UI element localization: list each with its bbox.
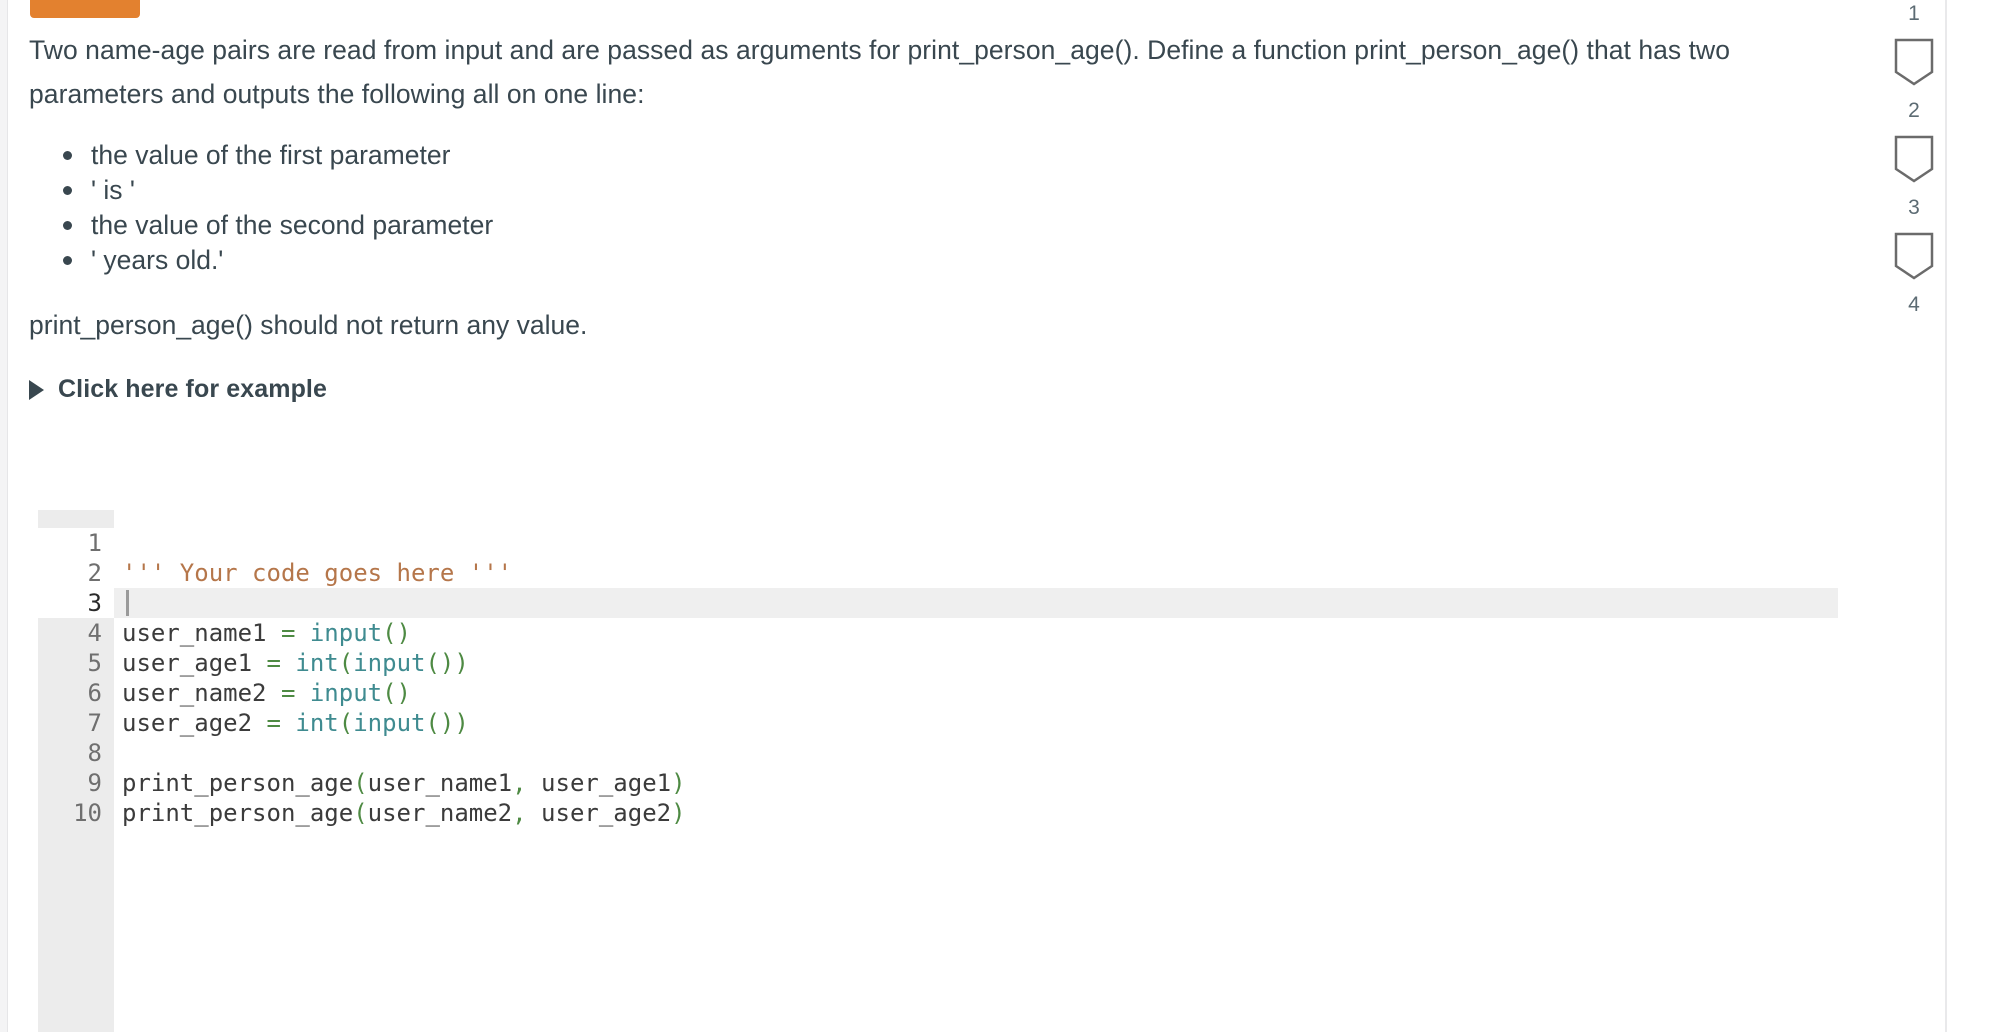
- code-token-paren: (): [382, 619, 412, 647]
- code-token-function: input: [353, 649, 426, 677]
- line-number: 10: [73, 799, 102, 827]
- code-token-paren: (: [353, 769, 368, 797]
- list-item-label: the value of the first parameter: [91, 140, 451, 170]
- code-lines: 1 2 ''' Your code goes here ''' 3 4 user…: [38, 528, 1838, 828]
- output-requirements-list: the value of the first parameter ' is ' …: [29, 138, 1819, 278]
- code-token-operator: =: [280, 619, 296, 647]
- code-token-operator: =: [266, 709, 281, 737]
- code-token-identifier: user_name2: [122, 679, 267, 707]
- code-token-operator: =: [280, 679, 296, 707]
- line-number: 6: [87, 679, 102, 707]
- rail-step-number[interactable]: 3: [1908, 197, 1920, 218]
- code-line-active[interactable]: 3: [38, 588, 1838, 618]
- code-editor[interactable]: 1 2 ''' Your code goes here ''' 3 4 user…: [38, 510, 1838, 1032]
- code-token-identifier: print_person_age: [122, 769, 354, 797]
- line-content[interactable]: print_person_age(user_name2, user_age2): [114, 798, 1838, 828]
- bullet-dot-icon: [63, 256, 72, 265]
- code-token-identifier: user_name1: [367, 769, 513, 797]
- list-item-label: ' years old.': [91, 245, 224, 275]
- code-line[interactable]: 7 user_age2 = int(input()): [38, 708, 1838, 738]
- code-line[interactable]: 2 ''' Your code goes here ''': [38, 558, 1838, 588]
- code-line[interactable]: 9 print_person_age(user_name1, user_age1…: [38, 768, 1838, 798]
- code-token-paren: (: [353, 799, 368, 827]
- code-token-function: input: [309, 619, 383, 647]
- code-line[interactable]: 6 user_name2 = input(): [38, 678, 1838, 708]
- right-gutter-pad: [1947, 0, 2004, 1032]
- rail-step-number[interactable]: 1: [1908, 3, 1920, 24]
- code-token-operator: =: [266, 649, 281, 677]
- line-content[interactable]: [114, 528, 1838, 558]
- example-disclosure-toggle[interactable]: Click here for example: [29, 375, 327, 404]
- line-number: 1: [87, 529, 102, 557]
- line-content[interactable]: user_name2 = input(): [114, 678, 1838, 708]
- code-token-paren: ): [671, 769, 686, 797]
- code-token-paren: ): [671, 799, 686, 827]
- code-token-string: ''' Your code goes here ''': [122, 559, 513, 587]
- line-number: 8: [87, 739, 102, 767]
- shield-marker-icon[interactable]: [1894, 232, 1934, 280]
- code-token-identifier: user_name2: [367, 799, 513, 827]
- code-token-identifier: user_age2: [541, 799, 672, 827]
- code-token-paren: (): [382, 679, 412, 707]
- code-token-function: input: [309, 679, 383, 707]
- line-content[interactable]: user_age2 = int(input()): [114, 708, 1838, 738]
- gutter-top-strip: [38, 510, 114, 528]
- code-line[interactable]: 8: [38, 738, 1838, 768]
- rail-step-number[interactable]: 2: [1908, 100, 1920, 121]
- line-content[interactable]: [114, 588, 1838, 618]
- list-item: the value of the second parameter: [63, 208, 1819, 243]
- shield-marker-icon[interactable]: [1894, 38, 1934, 86]
- line-number: 3: [87, 589, 102, 617]
- list-item: the value of the first parameter: [63, 138, 1819, 173]
- list-item-label: ' is ': [91, 175, 135, 205]
- prompt-closing-note: print_person_age() should not return any…: [29, 310, 588, 340]
- code-line[interactable]: 5 user_age1 = int(input()): [38, 648, 1838, 678]
- bullet-dot-icon: [63, 221, 72, 230]
- code-line[interactable]: 4 user_name1 = input(): [38, 618, 1838, 648]
- line-number: 9: [87, 769, 102, 797]
- line-content[interactable]: user_age1 = int(input()): [114, 648, 1838, 678]
- page-left-edge: [0, 0, 8, 1032]
- rail-step-number[interactable]: 4: [1908, 294, 1920, 315]
- triangle-right-icon: [29, 379, 44, 400]
- code-line[interactable]: 1: [38, 528, 1838, 558]
- example-disclosure-label: Click here for example: [58, 375, 327, 403]
- code-token-function: input: [353, 709, 426, 737]
- code-token-function: int: [295, 649, 339, 677]
- code-token-paren: (: [338, 709, 354, 737]
- bullet-dot-icon: [63, 151, 72, 160]
- list-item-label: the value of the second parameter: [91, 210, 494, 240]
- code-token-identifier: user_name1: [122, 619, 267, 647]
- code-token-paren: (: [338, 649, 354, 677]
- orange-action-tab[interactable]: [30, 0, 140, 18]
- line-number: 4: [87, 619, 102, 647]
- code-line[interactable]: 10 print_person_age(user_name2, user_age…: [38, 798, 1838, 828]
- code-token-identifier: user_age1: [122, 649, 253, 677]
- line-number: 7: [87, 709, 102, 737]
- right-rail-divider: [1945, 0, 1947, 1032]
- list-item: ' is ': [63, 173, 1819, 208]
- code-token-identifier: print_person_age: [122, 799, 354, 827]
- page-root: Two name-age pairs are read from input a…: [0, 0, 2004, 1032]
- line-number: 2: [87, 559, 102, 587]
- line-content[interactable]: user_name1 = input(): [114, 618, 1838, 648]
- line-content[interactable]: [114, 738, 1838, 768]
- line-content[interactable]: ''' Your code goes here ''': [114, 558, 1838, 588]
- shield-marker-icon[interactable]: [1894, 135, 1934, 183]
- exercise-prompt: Two name-age pairs are read from input a…: [29, 28, 1819, 404]
- right-progress-rail: 1 2 3 4: [1883, 0, 1945, 1032]
- code-token-identifier: user_age1: [541, 769, 672, 797]
- code-token-identifier: user_age2: [122, 709, 253, 737]
- line-number: 5: [87, 649, 102, 677]
- bullet-dot-icon: [63, 186, 72, 195]
- code-token-paren: ,: [512, 769, 527, 797]
- code-token-paren: ,: [512, 799, 527, 827]
- list-item: ' years old.': [63, 243, 1819, 278]
- line-content[interactable]: print_person_age(user_name1, user_age1): [114, 768, 1838, 798]
- code-token-function: int: [295, 709, 339, 737]
- prompt-paragraph: Two name-age pairs are read from input a…: [29, 35, 1731, 109]
- code-token-paren: ()): [425, 709, 469, 737]
- code-token-paren: ()): [425, 649, 469, 677]
